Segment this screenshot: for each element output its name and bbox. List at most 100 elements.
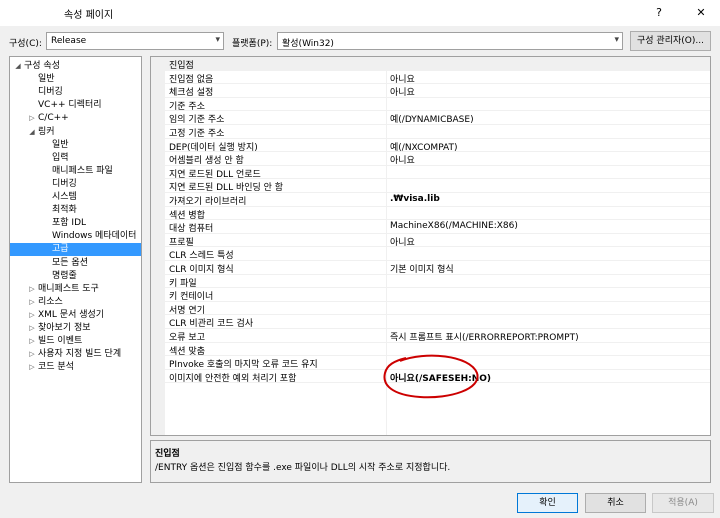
property-name: CLR 스레드 특성	[169, 251, 234, 262]
property-row[interactable]: 프로필 아니요	[165, 234, 710, 248]
grid-category-header[interactable]: 진입점	[165, 57, 710, 71]
property-name: 키 파일	[169, 278, 197, 289]
tree-item[interactable]: ▷ XML 문서 생성기	[10, 309, 141, 322]
property-row[interactable]: 섹션 병합	[165, 207, 710, 221]
tree-item-label: 링커	[38, 126, 55, 137]
window-title: 속성 페이지	[64, 10, 114, 21]
tree-item[interactable]: 입력	[10, 152, 141, 165]
property-grid[interactable]: 진입점 진입점 없음 아니요 체크섬 설정 아니요 기준 주소 임의 기준 주소 예(/DYN…	[150, 56, 711, 436]
property-row[interactable]: 고정 기준 주소	[165, 125, 710, 139]
property-row[interactable]: 가져오기 라이브러리 .₩visa.lib	[165, 193, 710, 207]
tree-expander-icon[interactable]: ▷	[28, 335, 36, 348]
tree-item[interactable]: VC++ 디렉터리	[10, 99, 141, 112]
platform-select[interactable]: 활성(Win32) ▾	[277, 32, 623, 50]
tree-expander-icon[interactable]: ◢	[14, 60, 22, 73]
property-name: DEP(데이터 실행 방지)	[169, 142, 258, 153]
tree-item[interactable]: ▷ 빌드 이벤트	[10, 335, 141, 348]
tree-item-label: C/C++	[38, 113, 69, 124]
configuration-bar: 구성(C): Release ▾ 플랫폼(P): 활성(Win32) ▾ 구성 …	[0, 31, 720, 54]
property-name: 프로필	[169, 237, 194, 248]
platform-select-value: 활성(Win32)	[282, 39, 334, 49]
tree-item[interactable]: ◢ 링커	[10, 126, 141, 139]
tree-expander-icon[interactable]: ▷	[28, 361, 36, 374]
property-value[interactable]: 즉시 프롬프트 표시(/ERRORREPORT:PROMPT)	[390, 330, 579, 343]
property-value[interactable]: 예(/DYNAMICBASE)	[390, 112, 474, 125]
description-panel: 진입점 /ENTRY 옵션은 진입점 함수를 .exe 파일이나 DLL의 시작…	[150, 440, 711, 483]
tree-item-label: 매니페스트 파일	[52, 165, 113, 176]
help-icon[interactable]: ?	[648, 4, 670, 22]
tree-item[interactable]: 디버깅	[10, 86, 141, 99]
tree-item[interactable]: ▷ 리소스	[10, 296, 141, 309]
tree-item[interactable]: ▷ 매니페스트 도구	[10, 283, 141, 296]
tree-item[interactable]: 일반	[10, 139, 141, 152]
property-value[interactable]: 기본 이미지 형식	[390, 262, 454, 275]
tree-item-label: 입력	[52, 152, 69, 163]
tree-item-label: 디버깅	[52, 178, 77, 189]
tree-expander-icon[interactable]: ◢	[28, 126, 36, 139]
tree-expander-icon[interactable]: ▷	[28, 296, 36, 309]
tree-item[interactable]: ▷ 사용자 지정 빌드 단계	[10, 348, 141, 361]
property-name: 대상 컴퓨터	[169, 224, 214, 235]
tree-item[interactable]: 고급	[10, 243, 141, 257]
tree-expander-icon[interactable]: ▷	[28, 283, 36, 296]
property-value[interactable]: 아니요	[390, 235, 415, 248]
property-row[interactable]: 대상 컴퓨터 MachineX86(/MACHINE:X86)	[165, 220, 710, 234]
property-row[interactable]: 지연 로드된 DLL 바인딩 안 함	[165, 179, 710, 193]
tree-item-label: 명령줄	[52, 270, 77, 281]
property-row[interactable]: 기준 주소	[165, 98, 710, 112]
property-value[interactable]: MachineX86(/MACHINE:X86)	[390, 221, 518, 231]
property-row[interactable]: CLR 스레드 특성	[165, 247, 710, 261]
property-row[interactable]: 이미지에 안전한 예외 처리기 포함 아니요(/SAFESEH:NO)	[165, 370, 710, 384]
ok-button[interactable]: 확인	[517, 493, 578, 513]
close-icon[interactable]: ✕	[690, 4, 712, 22]
property-tree[interactable]: ◢ 구성 속성 일반 디버깅 VC++ 디렉터리 ▷ C/C++ ◢ 링커 일반 입력 매니페스트 파…	[9, 56, 142, 483]
tree-item[interactable]: ▷ C/C++	[10, 112, 141, 125]
property-row[interactable]: 진입점 없음 아니요	[165, 71, 710, 85]
property-row[interactable]: 키 파일	[165, 275, 710, 289]
property-value[interactable]: 아니요(/SAFESEH:NO)	[390, 371, 491, 384]
property-name: 지연 로드된 DLL 언로드	[169, 169, 261, 180]
property-name: 지연 로드된 DLL 바인딩 안 함	[169, 183, 284, 194]
property-row[interactable]: 어셈블리 생성 안 함 아니요	[165, 152, 710, 166]
property-row[interactable]: DEP(데이터 실행 방지) 예(/NXCOMPAT)	[165, 139, 710, 153]
tree-expander-icon[interactable]: ▷	[28, 348, 36, 361]
property-row[interactable]: 섹션 맞춤	[165, 343, 710, 357]
tree-item[interactable]: 모든 옵션	[10, 257, 141, 270]
tree-expander-icon[interactable]: ▷	[28, 112, 36, 125]
property-value[interactable]: .₩visa.lib	[390, 194, 440, 204]
property-row[interactable]: PInvoke 호출의 마지막 오류 코드 유지	[165, 356, 710, 370]
property-value[interactable]: 예(/NXCOMPAT)	[390, 140, 458, 153]
property-row[interactable]: 오류 보고 즉시 프롬프트 표시(/ERRORREPORT:PROMPT)	[165, 329, 710, 343]
property-value[interactable]: 아니요	[390, 153, 415, 166]
tree-expander-icon[interactable]: ▷	[28, 322, 36, 335]
tree-item-label: 빌드 이벤트	[38, 336, 83, 347]
property-value[interactable]: 아니요	[390, 85, 415, 98]
property-row[interactable]: CLR 비관리 코드 검사	[165, 315, 710, 329]
configuration-manager-button[interactable]: 구성 관리자(O)...	[630, 31, 711, 51]
tree-item[interactable]: ▷ 코드 분석	[10, 361, 141, 374]
description-text: /ENTRY 옵션은 진입점 함수를 .exe 파일이나 DLL의 시작 주소로…	[155, 463, 451, 473]
tree-item[interactable]: 디버깅	[10, 178, 141, 191]
tree-item[interactable]: 명령줄	[10, 270, 141, 283]
property-row[interactable]: 임의 기준 주소 예(/DYNAMICBASE)	[165, 111, 710, 125]
property-name: 서명 연기	[169, 305, 205, 316]
tree-item[interactable]: Windows 메타데이터	[10, 230, 141, 243]
property-row[interactable]: 지연 로드된 DLL 언로드	[165, 166, 710, 180]
tree-item[interactable]: 매니페스트 파일	[10, 165, 141, 178]
tree-item[interactable]: 일반	[10, 73, 141, 86]
property-row[interactable]: 체크섬 설정 아니요	[165, 84, 710, 98]
property-row[interactable]: CLR 이미지 형식 기본 이미지 형식	[165, 261, 710, 275]
tree-item[interactable]: 최적화	[10, 204, 141, 217]
property-row[interactable]: 키 컨테이너	[165, 288, 710, 302]
tree-item[interactable]: ▷ 찾아보기 정보	[10, 322, 141, 335]
tree-item[interactable]: 시스템	[10, 191, 141, 204]
property-row[interactable]: 서명 연기	[165, 302, 710, 316]
property-value[interactable]: 아니요	[390, 72, 415, 85]
tree-item-label: 코드 분석	[38, 362, 74, 373]
tree-item[interactable]: ◢ 구성 속성	[10, 60, 141, 73]
tree-expander-icon[interactable]: ▷	[28, 309, 36, 322]
tree-item[interactable]: 포함 IDL	[10, 217, 141, 230]
config-select[interactable]: Release ▾	[46, 32, 224, 50]
cancel-button[interactable]: 취소	[585, 493, 646, 513]
apply-button[interactable]: 적용(A)	[652, 493, 714, 513]
